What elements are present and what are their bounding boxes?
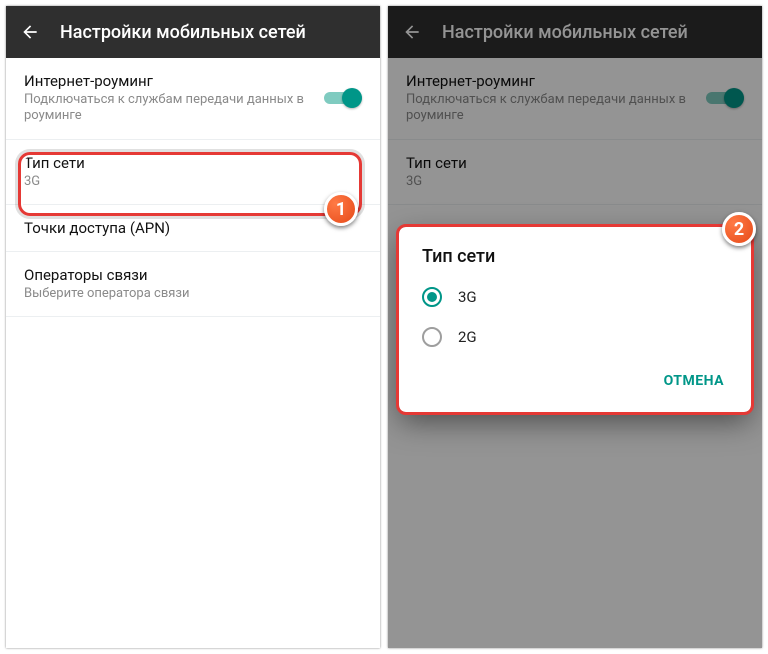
step-badge-2: 2 xyxy=(722,212,756,246)
network-type-dialog: Тип сети 3G 2G ОТМЕНА xyxy=(400,228,750,411)
radio-option-3g[interactable]: 3G xyxy=(400,277,750,317)
row-subtitle: Выберите оператора связи xyxy=(24,286,362,302)
appbar-title: Настройки мобильных сетей xyxy=(60,22,306,43)
radio-on-icon xyxy=(422,287,442,307)
screen-2: Настройки мобильных сетей Интернет-роуми… xyxy=(388,6,762,648)
step-number: 2 xyxy=(734,219,744,240)
step-badge-1: 1 xyxy=(324,192,358,226)
settings-list: Интернет-роуминг Подключаться к службам … xyxy=(6,58,380,317)
step-number: 1 xyxy=(336,199,346,220)
radio-option-2g[interactable]: 2G xyxy=(400,317,750,357)
row-data-roaming[interactable]: Интернет-роуминг Подключаться к службам … xyxy=(6,58,380,140)
dialog-actions: ОТМЕНА xyxy=(400,357,750,411)
cancel-button[interactable]: ОТМЕНА xyxy=(654,365,734,397)
row-title: Точки доступа (APN) xyxy=(24,219,362,237)
screen-1: Настройки мобильных сетей Интернет-роуми… xyxy=(6,6,380,648)
radio-off-icon xyxy=(422,327,442,347)
row-subtitle: 3G xyxy=(24,174,362,190)
dialog-title: Тип сети xyxy=(400,228,750,277)
radio-label: 2G xyxy=(458,328,477,346)
row-title: Тип сети xyxy=(24,154,362,172)
row-network-type[interactable]: Тип сети 3G xyxy=(6,140,380,205)
row-subtitle: Подключаться к службам передачи данных в… xyxy=(24,92,312,125)
row-operators[interactable]: Операторы связи Выберите оператора связи xyxy=(6,252,380,317)
row-title: Операторы связи xyxy=(24,266,362,284)
appbar: Настройки мобильных сетей xyxy=(6,6,380,58)
back-arrow-icon[interactable] xyxy=(20,22,40,42)
roaming-toggle[interactable] xyxy=(324,88,362,108)
row-title: Интернет-роуминг xyxy=(24,72,312,90)
radio-label: 3G xyxy=(458,288,477,306)
